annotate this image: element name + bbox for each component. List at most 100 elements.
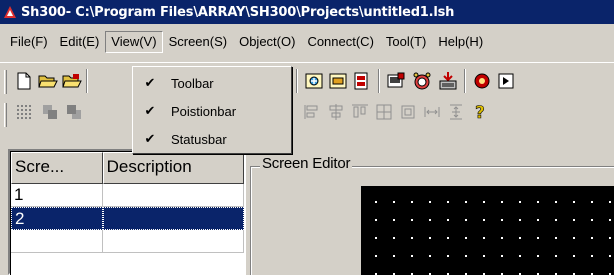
main-toolbar	[0, 62, 614, 96]
grid-dot	[519, 201, 521, 203]
grid-dot	[519, 255, 521, 257]
check-icon: ✔	[144, 131, 156, 146]
check-icon: ✔	[144, 75, 156, 90]
same-width-icon[interactable]	[396, 100, 420, 124]
app-logo-icon[interactable]	[3, 5, 17, 19]
menu-screen[interactable]: Screen(S)	[163, 31, 234, 53]
menu-connect[interactable]: Connect(C)	[301, 31, 379, 53]
screen-id-cell: 2	[11, 207, 103, 230]
grid-dot	[519, 237, 521, 239]
column-header-description[interactable]: Description	[102, 152, 244, 184]
menu-view[interactable]: View(V)	[105, 31, 163, 53]
run-icon[interactable]	[494, 69, 518, 93]
screen-properties-icon[interactable]	[326, 69, 350, 93]
open-folder-icon[interactable]	[36, 69, 60, 93]
open-project-icon[interactable]	[60, 69, 84, 93]
project-settings-icon[interactable]	[384, 69, 408, 93]
grid-dot	[573, 237, 575, 239]
window-title: Sh300- C:\Program Files\ARRAY\SH300\Proj…	[21, 4, 455, 20]
view-menu-statusbar[interactable]: ✔ Statusbar	[135, 125, 289, 153]
grid-dot	[411, 255, 413, 257]
grid-dot	[501, 219, 503, 221]
screen-id-cell: 1	[11, 184, 103, 206]
simulate-icon[interactable]	[470, 69, 494, 93]
grid-dot	[411, 201, 413, 203]
screen-editor: Screen Editor	[250, 156, 614, 275]
empty-cell	[103, 230, 244, 252]
empty-cell	[11, 230, 103, 252]
toolbar-separator	[86, 69, 88, 93]
grid-dot	[591, 255, 593, 257]
grid-icon[interactable]	[12, 100, 36, 124]
new-file-icon[interactable]	[12, 69, 36, 93]
grid-dot	[447, 219, 449, 221]
grid-dot	[555, 237, 557, 239]
grid-dot	[537, 201, 539, 203]
toolbar-grip[interactable]	[4, 70, 7, 94]
bring-front-icon[interactable]	[38, 100, 62, 124]
grid-dot	[555, 201, 557, 203]
view-menu-toolbar[interactable]: ✔ Toolbar	[135, 69, 289, 97]
space-vertical-icon[interactable]	[444, 100, 468, 124]
description-cell	[103, 184, 244, 206]
menu-file[interactable]: File(F)	[4, 31, 54, 53]
grid-dot	[609, 255, 611, 257]
space-horizontal-icon[interactable]	[420, 100, 444, 124]
menu-bar: File(F) Edit(E) View(V) Screen(S) Object…	[0, 24, 614, 60]
grid-dot	[483, 201, 485, 203]
table-row-selected[interactable]: 2	[11, 207, 244, 230]
column-header-screen[interactable]: Scre...	[11, 152, 103, 184]
grid-dot	[375, 237, 377, 239]
check-icon: ✔	[144, 103, 156, 118]
grid-dot	[483, 237, 485, 239]
toolbar-separator	[296, 69, 298, 93]
help-icon[interactable]: ?	[468, 100, 492, 124]
layout-toolbar: ?	[0, 96, 614, 130]
list-header: Scre... Description	[11, 152, 244, 184]
title-bar[interactable]: Sh300- C:\Program Files\ARRAY\SH300\Proj…	[0, 0, 614, 24]
grid-dot	[429, 219, 431, 221]
grid-dot	[555, 255, 557, 257]
grid-dot	[411, 237, 413, 239]
menu-item-label: Statusbar	[171, 131, 227, 147]
menu-item-label: Toolbar	[171, 75, 214, 91]
description-cell	[102, 207, 244, 230]
align-top-icon[interactable]	[348, 100, 372, 124]
grid-dot	[393, 219, 395, 221]
grid-dot	[501, 255, 503, 257]
send-back-icon[interactable]	[62, 100, 86, 124]
grid-dot	[447, 201, 449, 203]
grid-dot	[501, 201, 503, 203]
grid-dot	[519, 219, 521, 221]
menu-tool[interactable]: Tool(T)	[380, 31, 432, 53]
add-screen-icon[interactable]	[302, 69, 326, 93]
grid-dot	[591, 219, 593, 221]
grid-dot	[429, 201, 431, 203]
view-menu-positionbar[interactable]: ✔ Poistionbar	[135, 97, 289, 125]
grid-dot	[465, 201, 467, 203]
toolbar-grip[interactable]	[4, 103, 7, 127]
grid-dot	[393, 201, 395, 203]
table-row-empty	[11, 230, 244, 253]
grid-dot	[447, 255, 449, 257]
alarm-icon[interactable]	[410, 69, 434, 93]
align-center-icon[interactable]	[324, 100, 348, 124]
grid-dot	[591, 237, 593, 239]
same-size-icon[interactable]	[372, 100, 396, 124]
delete-screen-icon[interactable]	[350, 69, 374, 93]
screen-list: Scre... Description 1 2	[8, 149, 246, 275]
table-row[interactable]: 1	[11, 184, 244, 207]
grid-dot	[609, 237, 611, 239]
menu-object[interactable]: Object(O)	[233, 31, 301, 53]
grid-dot	[555, 219, 557, 221]
align-left-icon[interactable]	[300, 100, 324, 124]
grid-dot	[483, 255, 485, 257]
grid-dot	[447, 237, 449, 239]
menu-help[interactable]: Help(H)	[432, 31, 489, 53]
menu-edit[interactable]: Edit(E)	[54, 31, 106, 53]
grid-dot	[537, 237, 539, 239]
grid-dot	[465, 255, 467, 257]
download-icon[interactable]	[436, 69, 460, 93]
grid-dot	[573, 255, 575, 257]
screen-canvas[interactable]	[361, 186, 614, 275]
